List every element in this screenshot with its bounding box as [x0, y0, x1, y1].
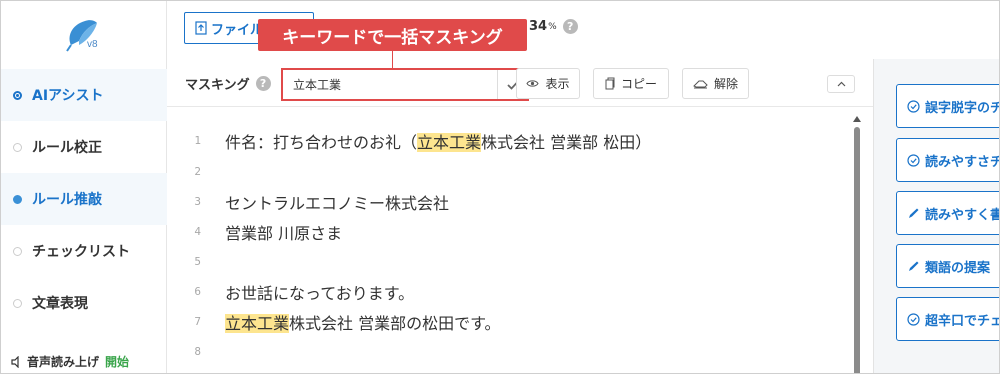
editor-line-7: 立本工業株式会社 営業部の松田です。 [225, 310, 501, 334]
audio-read-aloud[interactable]: 音声読み上げ 開始 [11, 353, 129, 370]
score-unit: % [548, 21, 557, 32]
sidebar-item-label: AIアシスト [32, 88, 104, 104]
sidebar-item-expression[interactable]: 文章表現 [1, 277, 167, 329]
sidebar-item-label: チェックリスト [32, 244, 130, 260]
masking-input-box [281, 68, 529, 101]
sidebar-item-label: ルール校正 [32, 140, 102, 156]
line-number: 7 [194, 315, 201, 328]
text-segment: 件名：打ち合わせのお礼（ [225, 133, 418, 152]
line-number: 5 [194, 255, 201, 268]
help-icon[interactable]: ? [562, 19, 578, 34]
show-button[interactable]: 表示 [516, 68, 580, 99]
ai-action-label: 読みやすく書き換え [925, 207, 999, 223]
app-window: v8 AIアシスト ルール校正 ルール推敲 チェックリスト 文章表現 音声読み上… [0, 0, 1000, 374]
text-editor[interactable]: 1 2 3 4 5 6 7 8 件名：打ち合わせのお礼（立本工業株式会社 営業部… [167, 108, 873, 373]
text-segment: お世話になっております。 [225, 284, 415, 303]
ai-action-button[interactable]: 類語の提案 [896, 244, 999, 288]
pencil-icon [907, 260, 920, 273]
radio-dot-icon [13, 246, 22, 256]
masking-label: マスキング [185, 78, 250, 93]
sidebar: v8 AIアシスト ルール校正 ルール推敲 チェックリスト 文章表現 音声読み上… [1, 1, 167, 373]
radio-dot-icon [13, 194, 22, 204]
callout-banner: キーワードで一括マスキング [258, 19, 527, 51]
audio-start-link[interactable]: 開始 [105, 353, 129, 370]
text-segment: セントラルエコノミー株式会社 [225, 194, 450, 213]
ai-assist-panel: 誤字脱字のチェック 読みやすさチェック 読みやすく書き換え 類語の提案 超辛口で… [873, 59, 999, 373]
text-segment: 株式会社 営業部 松田） [481, 133, 652, 152]
editor-line-4: 営業部 川原さま [225, 220, 342, 244]
audio-label: 音声読み上げ [27, 355, 100, 369]
app-logo [61, 15, 109, 55]
masking-help-icon[interactable]: ? [255, 76, 271, 91]
masking-keyword-input[interactable] [283, 70, 497, 99]
ai-action-button[interactable]: 誤字脱字のチェック [896, 84, 999, 128]
line-number: 2 [194, 165, 201, 178]
radio-dot-icon [13, 298, 22, 308]
text-segment: 営業部 川原さま [225, 224, 343, 243]
score-value: 34 [529, 19, 548, 34]
release-button[interactable]: 解除 [682, 68, 749, 99]
line-number: 4 [194, 225, 201, 238]
masked-keyword: 立本工業 [417, 133, 482, 152]
radio-dot-icon [13, 142, 22, 152]
check-circle-icon [907, 153, 920, 167]
line-number: 6 [194, 285, 201, 298]
release-button-label: 解除 [713, 77, 738, 91]
scroll-up-arrow-icon[interactable] [853, 116, 861, 122]
check-circle-icon [907, 99, 920, 113]
app-version: v8 [87, 39, 98, 50]
show-button-label: 表示 [545, 77, 570, 91]
ai-action-button[interactable]: 読みやすく書き換え [896, 191, 999, 235]
copy-button[interactable]: コピー [593, 68, 669, 99]
check-circle-icon [907, 312, 920, 326]
file-upload-icon [195, 21, 207, 35]
masked-keyword: 立本工業 [225, 314, 290, 333]
radio-dot-icon [13, 90, 22, 100]
callout-connector [392, 51, 393, 69]
copy-button-label: コピー [620, 77, 657, 91]
editor-line-3: セントラルエコノミー株式会社 [225, 190, 449, 214]
speaker-icon [11, 355, 23, 368]
ai-action-label: 誤字脱字のチェック [925, 100, 999, 116]
ai-action-label: 類語の提案 [925, 260, 991, 276]
line-number: 1 [194, 134, 201, 147]
editor-line-1: 件名：打ち合わせのお礼（立本工業株式会社 営業部 松田） [225, 129, 651, 153]
collapse-button[interactable] [827, 75, 855, 93]
editor-scrollbar[interactable] [853, 116, 861, 373]
sidebar-item-label: 文章表現 [32, 296, 88, 312]
editor-line-6: お世話になっております。 [225, 280, 414, 304]
masking-label-group: マスキング ? [185, 74, 271, 93]
score-percent: 34 % ? [529, 19, 578, 34]
sidebar-item-rule-check[interactable]: ルール校正 [1, 121, 167, 173]
pencil-icon [907, 207, 920, 220]
sidebar-item-ai-assist[interactable]: AIアシスト [1, 69, 167, 121]
scroll-thumb[interactable] [854, 127, 860, 373]
ai-action-button[interactable]: 読みやすさチェック [896, 138, 999, 182]
file-button-label: ファイル [211, 22, 264, 38]
eraser-icon [693, 79, 708, 89]
line-number: 8 [194, 345, 201, 358]
ai-action-label: 読みやすさチェック [925, 154, 999, 170]
copy-icon [605, 77, 615, 90]
masking-bar: マスキング ? 表示 コピー 解除 [167, 59, 873, 107]
ai-action-button[interactable]: 超辛口でチェック [896, 297, 999, 341]
line-number: 3 [194, 195, 201, 208]
ai-action-label: 超辛口でチェック [925, 313, 999, 329]
sidebar-item-rule-refine[interactable]: ルール推敲 [1, 173, 167, 225]
eye-icon [526, 79, 540, 88]
text-segment: 株式会社 営業部の松田です。 [289, 314, 501, 333]
chevron-up-icon [837, 81, 846, 87]
sidebar-item-checklist[interactable]: チェックリスト [1, 225, 167, 277]
sidebar-item-label: ルール推敲 [32, 192, 102, 208]
